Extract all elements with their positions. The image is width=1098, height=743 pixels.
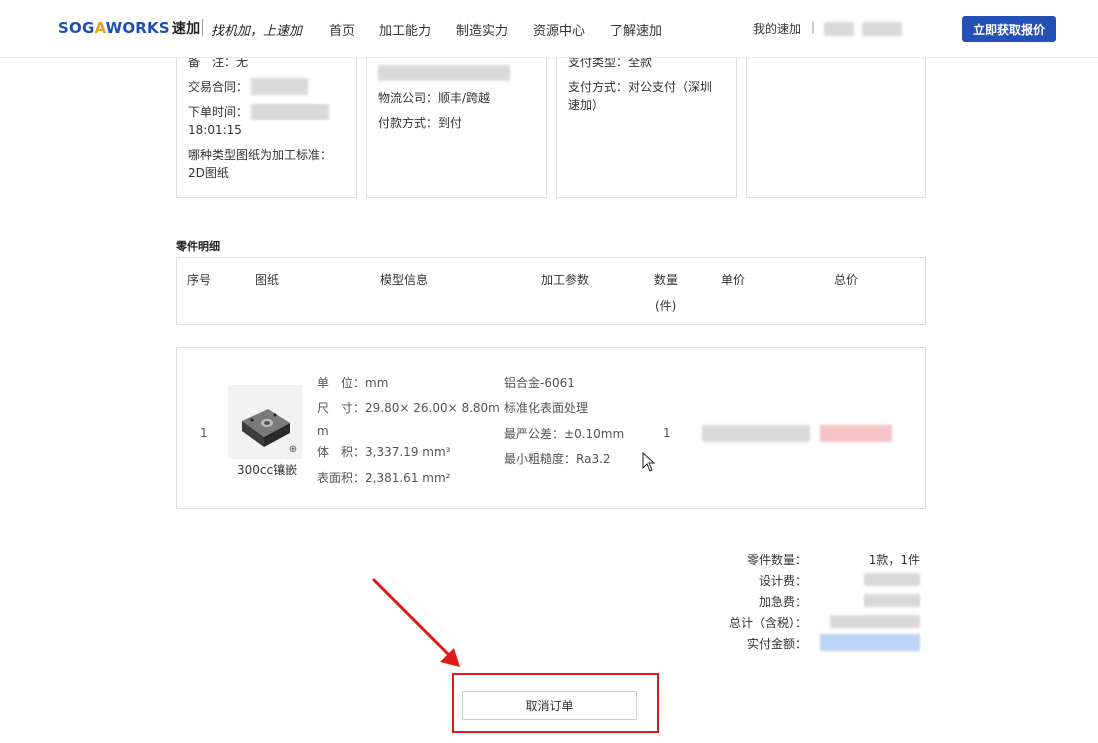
contract-redacted — [251, 78, 308, 95]
nav-item-about[interactable]: 了解速加 — [610, 20, 662, 39]
volume-label: 体 积： — [317, 445, 366, 459]
size-value-wrap: m — [317, 424, 329, 438]
size-value: 29.80× 26.00× 8.80m — [365, 401, 500, 415]
volume-row: 体 积：3,337.19 mm³ — [317, 443, 450, 461]
total-redacted — [830, 615, 920, 628]
part-count-value: 1款，1件 — [868, 553, 920, 567]
my-account-link[interactable]: 我的速加 — [753, 20, 801, 37]
logo[interactable]: SOGAWORKS 速加 — [58, 18, 200, 38]
order-info-card: 备 注：无 交易合同： 下单时间： 18:01:15 哪种类型图纸为加工标准： … — [176, 50, 357, 198]
tolerance-label: 最严公差： — [504, 427, 565, 441]
logo-text-sog: SOG — [58, 19, 95, 37]
part-count-label: 零件数量： — [746, 553, 807, 567]
part-name[interactable]: 300cc镶嵌 — [237, 461, 297, 479]
drawing-type-label: 哪种类型图纸为加工标准： — [188, 148, 333, 162]
size-label: 尺 寸： — [317, 401, 366, 415]
logo-divider — [202, 19, 203, 36]
zoom-icon[interactable]: ⊕ — [286, 443, 300, 457]
logo-text-a: A — [94, 19, 106, 37]
username-redacted — [824, 22, 854, 36]
pay-way-row: 支付方式：对公支付（深圳 — [568, 78, 712, 96]
unit-price-redacted — [702, 425, 810, 442]
roughness-label: 最小粗糙度： — [504, 452, 577, 466]
nav-item-resources[interactable]: 资源中心 — [533, 20, 585, 39]
logo-text-cn: 速加 — [171, 21, 201, 37]
logo-text-works: WORKS — [105, 19, 170, 37]
rush-fee-redacted — [864, 594, 920, 607]
header-process: 加工参数 — [541, 273, 590, 287]
design-fee-label: 设计费： — [758, 574, 807, 588]
contract-label: 交易合同： — [188, 80, 249, 94]
drawing-type-value: 2D图纸 — [188, 166, 229, 180]
total-price-redacted — [820, 425, 892, 442]
unit-row: 单 位：mm — [317, 374, 388, 392]
nav-item-home[interactable]: 首页 — [329, 20, 355, 39]
address-redacted — [378, 65, 510, 81]
nav-separator: | — [811, 20, 816, 34]
order-time-label: 下单时间： — [188, 105, 249, 119]
area-value: 2,381.61 mm² — [365, 471, 451, 485]
paid-amount-redacted — [820, 634, 920, 651]
table-row: 1 ⊕ 300cc镶嵌 单 位：mm 尺 寸：29.80× 26.00× 8.8… — [176, 347, 926, 509]
header-drawing: 图纸 — [255, 273, 280, 287]
qty-value: 1 — [663, 426, 671, 440]
payment-method-label: 付款方式： — [378, 116, 439, 130]
logistics-row: 物流公司：顺丰/跨越 — [378, 89, 490, 107]
parts-table-header: 序号 图纸 模型信息 加工参数 数量 (件) 单价 总价 — [176, 257, 926, 325]
surface-value: 标准化表面处理 — [504, 401, 589, 415]
header-index: 序号 — [187, 273, 212, 287]
cancel-order-button[interactable]: 取消订单 — [462, 691, 637, 720]
material-value: 铝合金-6061 — [504, 376, 575, 390]
pay-way-label: 支付方式： — [568, 80, 629, 94]
payment-info-card: 支付类型：全款 支付方式：对公支付（深圳 速加） — [556, 50, 737, 198]
order-time-value: 18:01:15 — [188, 123, 242, 137]
pay-way-value-line1: 对公支付（深圳 — [628, 80, 713, 94]
unit-label: 单 位： — [317, 376, 366, 390]
header-model: 模型信息 — [380, 273, 429, 287]
annotation-arrow-icon — [372, 578, 460, 667]
rush-fee-label: 加急费： — [758, 595, 807, 609]
slogan: 找机加，上速加 — [211, 24, 303, 39]
phone-redacted — [862, 22, 902, 36]
roughness-value: Ra3.2 — [576, 452, 611, 466]
logistics-label: 物流公司： — [378, 91, 439, 105]
top-navbar: SOGAWORKS 速加 找机加，上速加 首页 加工能力 制造实力 资源中心 了解… — [0, 0, 1098, 58]
area-row: 表面积：2,381.61 mm² — [317, 469, 450, 487]
mouse-cursor-icon — [642, 452, 656, 472]
logistics-value: 顺丰/跨越 — [438, 91, 491, 105]
design-fee-redacted — [864, 573, 920, 586]
nav-item-capability[interactable]: 加工能力 — [379, 20, 431, 39]
tolerance-value: ±0.10mm — [564, 427, 625, 441]
extra-info-card — [746, 50, 926, 198]
parts-section-title: 零件明细 — [176, 240, 220, 253]
pay-way-value-line2: 速加） — [568, 98, 605, 112]
size-row: 尺 寸：29.80× 26.00× 8.80m — [317, 399, 500, 417]
row-index: 1 — [200, 426, 208, 440]
header-qty-unit: (件) — [655, 299, 677, 313]
header-unit-price: 单价 — [721, 273, 746, 287]
roughness-row: 最小粗糙度：Ra3.2 — [504, 450, 611, 468]
tolerance-row: 最严公差：±0.10mm — [504, 425, 624, 443]
get-quote-button[interactable]: 立即获取报价 — [962, 16, 1056, 42]
payment-method-value: 到付 — [438, 116, 463, 130]
paid-amount-label: 实付金额： — [746, 637, 807, 651]
unit-value: mm — [365, 376, 389, 390]
order-date-redacted — [251, 104, 329, 120]
payment-method-row: 付款方式：到付 — [378, 114, 462, 132]
header-total: 总价 — [834, 273, 859, 287]
part-thumbnail[interactable]: ⊕ — [228, 385, 302, 459]
volume-value: 3,337.19 mm³ — [365, 445, 451, 459]
total-label: 总计（含税）： — [728, 616, 807, 630]
nav-item-manufacturing[interactable]: 制造实力 — [456, 20, 508, 39]
header-qty: 数量 — [654, 273, 679, 287]
area-label: 表面积： — [317, 471, 366, 485]
shipping-info-card: 13020550750 物流公司：顺丰/跨越 付款方式：到付 — [366, 49, 547, 198]
